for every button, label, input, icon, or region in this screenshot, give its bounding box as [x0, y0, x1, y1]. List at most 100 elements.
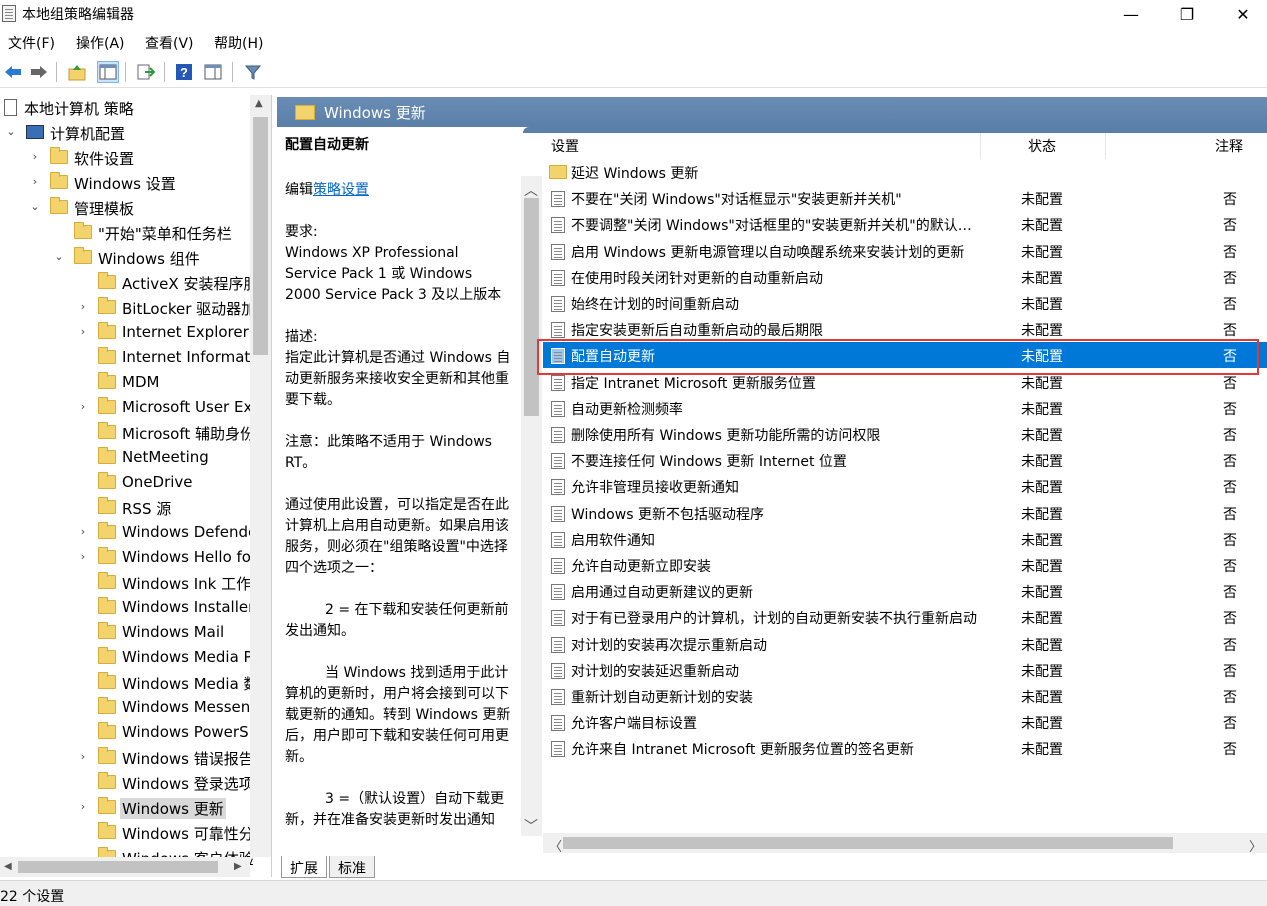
tree-item[interactable]: › BitLocker 驱动器加 [0, 295, 256, 320]
tree-item[interactable]: OneDrive [0, 470, 250, 495]
tree-item[interactable]: › 软件设置 [0, 145, 250, 170]
table-row[interactable]: 始终在计划的时间重新启动 未配置 否 [543, 290, 1267, 316]
expand-icon[interactable]: › [76, 299, 90, 315]
description-scrollbar[interactable]: ︿ ﹀ [521, 176, 542, 836]
column-state[interactable]: 状态 [1028, 136, 1056, 156]
collapse-icon[interactable]: ⌄ [28, 199, 42, 215]
expand-icon[interactable]: › [28, 174, 42, 190]
menu-view[interactable]: 查看(V) [145, 33, 194, 53]
tree-item[interactable]: Windows 可靠性分 [0, 820, 254, 845]
tree-item[interactable]: "开始"菜单和任务栏 [0, 220, 250, 245]
scroll-thumb[interactable] [524, 198, 539, 416]
expand-icon[interactable]: › [76, 749, 90, 765]
maximize-button[interactable]: ❐ [1159, 0, 1215, 28]
menu-action[interactable]: 操作(A) [76, 33, 125, 53]
column-note[interactable]: 注释 [1215, 136, 1243, 156]
expand-icon[interactable]: › [28, 149, 42, 165]
tree-item[interactable]: Internet Informati [0, 345, 254, 370]
table-row[interactable]: 允许客户端目标设置 未配置 否 [543, 709, 1267, 735]
menu-help[interactable]: 帮助(H) [214, 33, 263, 53]
filter-icon[interactable] [242, 61, 264, 83]
tree-item[interactable]: › Microsoft User Ex [0, 395, 252, 420]
scroll-left-icon[interactable]: 〈 [549, 836, 562, 855]
expand-icon[interactable]: › [76, 324, 90, 340]
tree-item[interactable]: Windows PowerS [0, 720, 250, 745]
back-arrow-icon[interactable] [2, 61, 24, 83]
table-row[interactable]: 启用 Windows 更新电源管理以自动唤醒系统来安装计划的更新 未配置 否 [543, 238, 1267, 264]
tree-item[interactable]: Windows 登录选项 [0, 770, 254, 795]
scroll-thumb[interactable] [563, 837, 1173, 849]
tree-item[interactable]: Microsoft 辅助身份 [0, 420, 255, 445]
table-row[interactable]: 重新计划自动更新计划的安装 未配置 否 [543, 683, 1267, 709]
close-button[interactable]: ✕ [1215, 0, 1267, 28]
tree-item[interactable]: › Windows 更新 [0, 795, 250, 820]
table-row[interactable]: 在使用时段关闭针对更新的自动重新启动 未配置 否 [543, 264, 1267, 290]
tree-item[interactable]: ⌄ 计算机配置 [0, 120, 250, 145]
column-divider[interactable] [1105, 133, 1106, 159]
collapse-icon[interactable]: ⌄ [4, 124, 18, 140]
tree-item[interactable]: › Windows Hello fo [0, 545, 251, 570]
scroll-down-icon[interactable]: ﹀ [524, 816, 538, 836]
table-row[interactable]: 自动更新检测频率 未配置 否 [543, 395, 1267, 421]
up-folder-icon[interactable] [66, 61, 88, 83]
scroll-right-icon[interactable]: 〉 [1249, 836, 1262, 855]
edit-policy-link[interactable]: 策略设置 [313, 182, 369, 198]
table-row[interactable]: 不要在"关闭 Windows"对话框显示"安装更新并关机" 未配置 否 [543, 185, 1267, 211]
expand-icon[interactable]: › [76, 524, 90, 540]
minimize-button[interactable]: — [1103, 0, 1159, 28]
tree-item[interactable]: Windows Installer [0, 595, 254, 620]
expand-icon[interactable]: › [76, 799, 90, 815]
column-setting[interactable]: 设置 [551, 136, 579, 156]
table-row[interactable]: 允许非管理员接收更新通知 未配置 否 [543, 473, 1267, 499]
scroll-right-icon[interactable]: ▶ [234, 861, 242, 872]
tree-item[interactable]: › Windows Defende [0, 520, 257, 545]
tree-item[interactable]: ActiveX 安装程序服 [0, 270, 258, 295]
tree-item[interactable]: › Windows 错误报告 [0, 745, 254, 770]
tree-item[interactable]: Windows Media P [0, 645, 253, 670]
export-list-icon[interactable] [135, 61, 157, 83]
tree-item[interactable]: › Windows 设置 [0, 170, 250, 195]
table-row[interactable]: 配置自动更新 未配置 否 [543, 342, 1267, 369]
table-row[interactable]: 指定安装更新后自动重新启动的最后期限 未配置 否 [543, 316, 1267, 342]
tab-standard[interactable]: 标准 [329, 856, 375, 878]
tree-horizontal-scrollbar[interactable]: ◀ ▶ [0, 857, 250, 877]
table-row[interactable]: 启用通过自动更新建议的更新 未配置 否 [543, 578, 1267, 604]
table-row[interactable]: 不要调整"关闭 Windows"对话框里的"安装更新并关机"的默认选项 未配置 否 [543, 211, 1267, 237]
tree-item[interactable]: › Internet Explorer [0, 320, 250, 345]
menu-file[interactable]: 文件(F) [8, 33, 55, 53]
tree-item[interactable]: RSS 源 [0, 495, 250, 520]
table-row[interactable]: 允许来自 Intranet Microsoft 更新服务位置的签名更新 未配置 否 [543, 735, 1267, 761]
expand-icon[interactable]: › [76, 399, 90, 415]
table-row[interactable]: Windows 更新不包括驱动程序 未配置 否 [543, 500, 1267, 526]
tree-item[interactable]: Windows Ink 工作 [0, 570, 251, 595]
table-row[interactable]: 指定 Intranet Microsoft 更新服务位置 未配置 否 [543, 369, 1267, 395]
scroll-left-icon[interactable]: ◀ [4, 861, 12, 872]
expand-icon[interactable]: › [76, 549, 90, 565]
scroll-up-icon[interactable]: ▲ [255, 98, 263, 109]
table-row[interactable]: 对于有已登录用户的计算机，计划的自动更新安装不执行重新启动 未配置 否 [543, 604, 1267, 630]
tree-item[interactable]: MDM [0, 370, 250, 395]
properties-view-icon[interactable] [202, 61, 224, 83]
table-row[interactable]: 延迟 Windows 更新 [543, 159, 1267, 185]
tree-item[interactable]: ⌄ 管理模板 [0, 195, 250, 220]
column-divider[interactable] [980, 133, 981, 159]
collapse-icon[interactable]: ⌄ [52, 249, 66, 265]
help-icon[interactable]: ? [173, 61, 195, 83]
table-row[interactable]: 删除使用所有 Windows 更新功能所需的访问权限 未配置 否 [543, 421, 1267, 447]
tree-item[interactable]: Windows Messen [0, 695, 250, 720]
tree-item[interactable]: ⌄ Windows 组件 [0, 245, 250, 270]
tab-extended[interactable]: 扩展 [281, 856, 327, 878]
tree-vertical-scrollbar[interactable]: ▲ [250, 95, 271, 857]
scroll-up-icon[interactable]: ︿ [524, 180, 538, 200]
table-row[interactable]: 不要连接任何 Windows 更新 Internet 位置 未配置 否 [543, 447, 1267, 473]
scroll-thumb[interactable] [18, 861, 218, 873]
table-row[interactable]: 启用软件通知 未配置 否 [543, 526, 1267, 552]
tree-item[interactable]: Windows Media 数 [0, 670, 259, 695]
show-hide-tree-icon[interactable] [97, 61, 119, 83]
list-horizontal-scrollbar[interactable]: 〈 〉 [543, 833, 1267, 855]
table-row[interactable]: 对计划的安装再次提示重新启动 未配置 否 [543, 631, 1267, 657]
table-row[interactable]: 允许自动更新立即安装 未配置 否 [543, 552, 1267, 578]
scroll-thumb[interactable] [253, 117, 268, 355]
tree-item[interactable]: NetMeeting [0, 445, 250, 470]
tree-item[interactable]: Windows Mail [0, 620, 250, 645]
